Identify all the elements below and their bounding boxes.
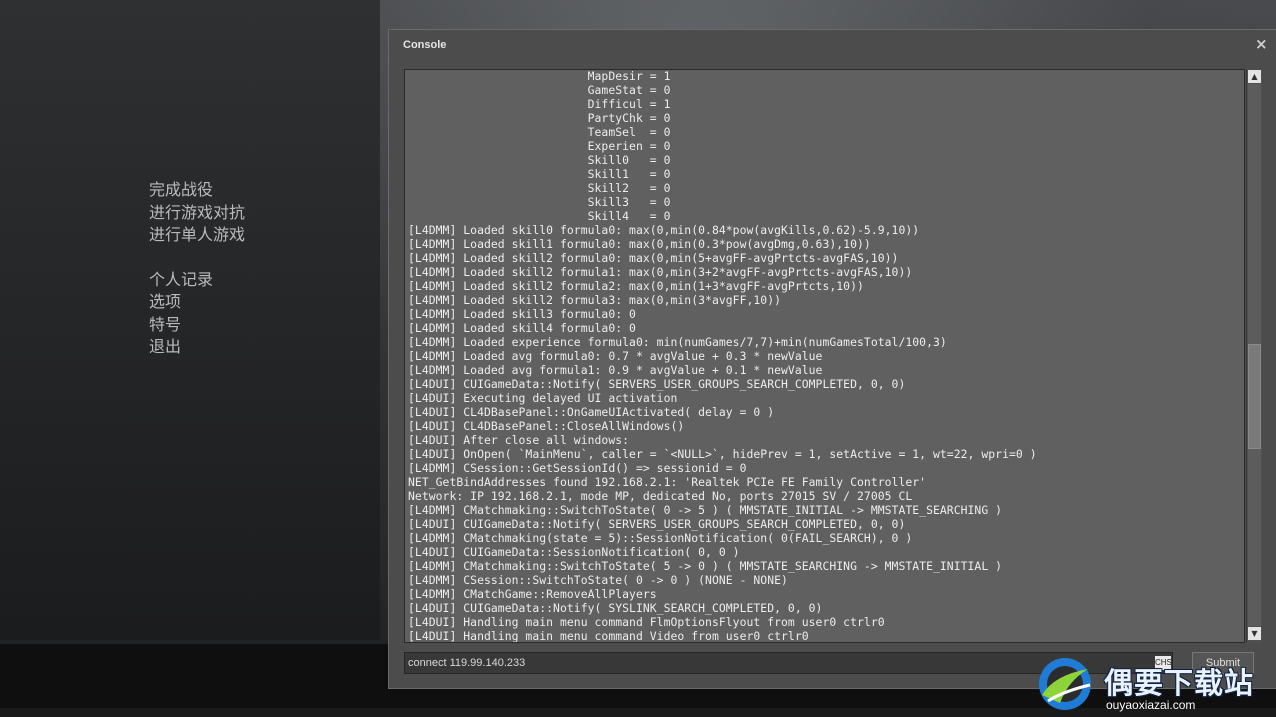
menu-item-versus[interactable]: 进行游戏对抗 (149, 202, 245, 225)
menu-item-statistics[interactable]: 个人记录 (149, 269, 245, 292)
console-output-line: NET_GetBindAddresses found 192.168.2.1: … (408, 475, 927, 489)
console-output-line: [L4DMM] Loaded skill2 formula0: max(0,mi… (408, 251, 899, 265)
console-output-line: [L4DMM] CMatchGame::RemoveAllPlayers (408, 587, 657, 601)
menu-item-extras[interactable]: 特号 (149, 314, 245, 337)
scrollbar-thumb[interactable] (1248, 344, 1261, 449)
watermark-url: ouyaoxiazai.com (1106, 698, 1196, 712)
console-output-line: Skill0 = 0 (408, 153, 671, 167)
console-output-line: [L4DMM] Loaded skill3 formula0: 0 (408, 307, 636, 321)
watermark: 偶要下载站 ouyaoxiazai.com (1030, 652, 1276, 717)
console-output-line: GameStat = 0 (408, 83, 671, 97)
watermark-logo-icon (1039, 658, 1091, 710)
console-output-line: [L4DUI] Handling main menu command FlmOp… (408, 615, 885, 629)
console-output-line: [L4DMM] Loaded avg formula1: 0.9 * avgVa… (408, 363, 823, 377)
console-output-line: Skill2 = 0 (408, 181, 671, 195)
console-output-line: [L4DMM] CMatchmaking::SwitchToState( 5 -… (408, 559, 1003, 573)
console-output-line: [L4DMM] CSession::SwitchToState( 0 -> 0 … (408, 573, 788, 587)
console-output-line: [L4DMM] Loaded avg formula0: 0.7 * avgVa… (408, 349, 823, 363)
console-output-line: [L4DMM] CMatchmaking(state = 5)::Session… (408, 531, 913, 545)
console-output-line: Network: IP 192.168.2.1, mode MP, dedica… (408, 489, 913, 503)
menu-item-options[interactable]: 选项 (149, 291, 245, 314)
console-output-line: [L4DUI] CUIGameData::Notify( SYSLINK_SEA… (408, 601, 823, 615)
scroll-down-icon[interactable]: ▼ (1248, 627, 1261, 640)
console-output-line: [L4DMM] Loaded skill4 formula0: 0 (408, 321, 636, 335)
menu-item-quit[interactable]: 退出 (149, 336, 245, 359)
console-output-line: [L4DUI] After close all windows: (408, 433, 630, 447)
menu-item-campaign[interactable]: 完成战役 (149, 179, 245, 202)
console-output-line: MapDesir = 1 (408, 69, 671, 83)
console-title: Console (403, 39, 447, 51)
menu-gap (149, 247, 245, 269)
watermark-name: 偶要下载站 (1104, 666, 1255, 700)
menu-item-single-player[interactable]: 进行单人游戏 (149, 224, 245, 247)
console-output-line: Skill4 = 0 (408, 209, 671, 223)
console-output-line: [L4DMM] Loaded skill0 formula0: max(0,mi… (408, 223, 920, 237)
console-output-line: [L4DMM] Loaded skill2 formula2: max(0,mi… (408, 279, 864, 293)
scroll-up-icon[interactable]: ▲ (1248, 70, 1261, 83)
console-output-line: [L4DUI] CUIGameData::SessionNotification… (408, 545, 740, 559)
main-menu: 完成战役 进行游戏对抗 进行单人游戏 个人记录 选项 特号 退出 (149, 179, 245, 359)
console-output-line: [L4DMM] Loaded experience formula0: min(… (408, 335, 947, 349)
console-output-line: [L4DUI] CL4DBasePanel::CloseAllWindows() (408, 419, 685, 433)
console-output-line: [L4DUI] CUIGameData::Notify( SERVERS_USE… (408, 517, 906, 531)
console-output-line: [L4DMM] Loaded skill2 formula3: max(0,mi… (408, 293, 782, 307)
console-output-text: MapDesir = 1 GameStat = 0 Difficul = 1 P… (408, 69, 1037, 643)
console-output-line: [L4DMM] Loaded skill1 formula0: max(0,mi… (408, 237, 871, 251)
output-scrollbar[interactable]: ▲ ▼ (1246, 69, 1262, 643)
console-output-line: Experien = 0 (408, 139, 671, 153)
console-output-line: [L4DUI] OnOpen( `MainMenu`, caller = `<N… (408, 447, 1037, 461)
console-output-line: TeamSel = 0 (408, 125, 671, 139)
console-output-line: [L4DMM] Loaded skill2 formula1: max(0,mi… (408, 265, 913, 279)
console-output-line: [L4DUI] CL4DBasePanel::OnGameUIActivated… (408, 405, 775, 419)
console-output-line: Skill3 = 0 (408, 195, 671, 209)
console-output-line: [L4DUI] Executing delayed UI activation (408, 391, 678, 405)
console-output-line: Difficul = 1 (408, 97, 671, 111)
console-window: Console × MapDesir = 1 GameStat = 0 Diff… (388, 29, 1276, 689)
console-output[interactable]: MapDesir = 1 GameStat = 0 Difficul = 1 P… (404, 69, 1245, 643)
console-output-line: Skill1 = 0 (408, 167, 671, 181)
console-output-line: [L4DUI] CUIGameData::Notify( SERVERS_USE… (408, 377, 906, 391)
console-output-line: [L4DUI] Handling main menu command Video… (408, 629, 809, 643)
close-icon[interactable]: × (1255, 35, 1268, 53)
console-output-line: PartyChk = 0 (408, 111, 671, 125)
console-output-line: [L4DMM] CMatchmaking::SwitchToState( 0 -… (408, 503, 1003, 517)
console-output-line: [L4DMM] CSession::GetSessionId() => sess… (408, 461, 747, 475)
